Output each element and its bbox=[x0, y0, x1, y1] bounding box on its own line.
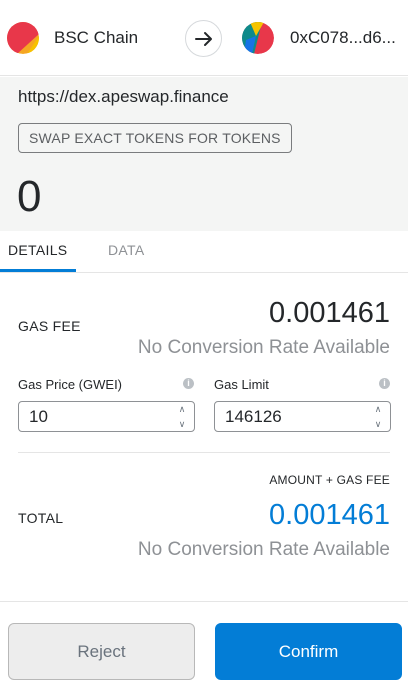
recipient-account[interactable]: 0xC078...d6... bbox=[242, 22, 396, 54]
chevron-up-icon[interactable]: ∧ bbox=[179, 403, 186, 415]
recipient-account-address: 0xC078...d6... bbox=[290, 28, 396, 47]
tab-details[interactable]: DETAILS bbox=[8, 242, 67, 258]
gas-limit-stepper[interactable]: 146126 ∧ ∨ bbox=[214, 401, 391, 432]
stepper-arrows[interactable]: ∧ ∨ bbox=[173, 403, 191, 430]
reject-button[interactable]: Reject bbox=[8, 623, 195, 680]
gas-price-label: Gas Price (GWEI) bbox=[18, 377, 123, 392]
chevron-down-icon[interactable]: ∨ bbox=[375, 418, 382, 430]
info-icon[interactable]: i bbox=[183, 378, 194, 389]
chevron-up-icon[interactable]: ∧ bbox=[375, 403, 382, 415]
transaction-amount: 0 bbox=[17, 172, 42, 221]
total-conversion: No Conversion Rate Available bbox=[137, 539, 390, 560]
gas-fee-conversion: No Conversion Rate Available bbox=[137, 337, 390, 358]
transaction-header: BSC Chain 0xC078...d6... bbox=[0, 0, 408, 76]
stepper-arrows[interactable]: ∧ ∨ bbox=[369, 403, 387, 430]
sender-account-name: BSC Chain bbox=[54, 28, 139, 47]
divider bbox=[18, 452, 390, 453]
gas-fee-label: GAS FEE bbox=[18, 318, 81, 334]
transaction-summary: https://dex.apeswap.finance SWAP EXACT T… bbox=[0, 77, 408, 231]
gas-limit-input[interactable]: 146126 bbox=[215, 407, 369, 427]
site-origin: https://dex.apeswap.finance bbox=[18, 87, 229, 106]
arrow-right-icon bbox=[185, 20, 222, 57]
amount-plus-gas-label: AMOUNT + GAS FEE bbox=[269, 473, 390, 487]
tab-data[interactable]: DATA bbox=[108, 242, 144, 258]
gas-fee-value: 0.001461 bbox=[269, 297, 390, 329]
gas-price-input[interactable]: 10 bbox=[19, 407, 173, 427]
total-value: 0.001461 bbox=[269, 499, 390, 531]
details-tabs: DETAILS DATA bbox=[0, 231, 408, 273]
sender-account[interactable]: BSC Chain bbox=[7, 22, 138, 54]
method-badge: SWAP EXACT TOKENS FOR TOKENS bbox=[18, 123, 292, 153]
confirm-button[interactable]: Confirm bbox=[215, 623, 402, 680]
gas-limit-label: Gas Limit bbox=[214, 377, 269, 392]
action-footer: Reject Confirm bbox=[0, 601, 408, 692]
chevron-down-icon[interactable]: ∨ bbox=[179, 418, 186, 430]
jazzicon-avatar bbox=[7, 22, 39, 54]
jazzicon-avatar bbox=[242, 22, 274, 54]
total-label: TOTAL bbox=[18, 510, 64, 526]
active-tab-indicator bbox=[0, 269, 76, 272]
info-icon[interactable]: i bbox=[379, 378, 390, 389]
gas-price-stepper[interactable]: 10 ∧ ∨ bbox=[18, 401, 195, 432]
